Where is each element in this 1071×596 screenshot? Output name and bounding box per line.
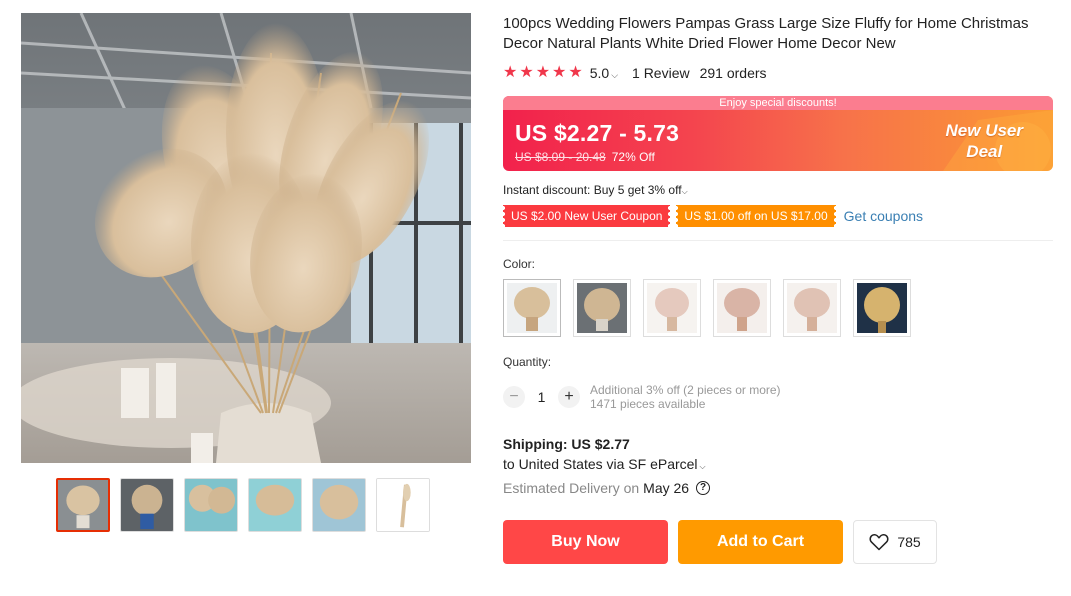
star-icon: ★ [568,64,583,81]
original-price: US $8.09 - 20.48 [515,150,606,164]
swatch-image [857,283,907,333]
star-icon: ★ [552,64,567,81]
star-icon: ★ [519,64,534,81]
new-user-line: New User [945,121,1023,140]
swatch-image [577,283,627,333]
price-banner: Enjoy special discounts! US $2.27 - 5.73… [503,96,1053,171]
color-label: Color: [503,257,536,271]
quantity-increase-button[interactable]: + [558,386,580,408]
chevron-down-icon: ⌵ [681,187,688,196]
heart-icon [869,533,889,551]
thumbnail-6[interactable] [376,478,430,532]
get-coupons-link[interactable]: Get coupons [844,208,923,224]
estimated-delivery: Estimated Delivery on May 26 ? [503,480,1053,496]
price-original-row: US $8.09 - 20.48 72% Off [515,150,655,164]
deal-line: Deal [966,142,1003,161]
swatch-image [717,283,767,333]
color-swatch-2[interactable] [573,279,631,337]
chevron-down-icon: ⌵ [611,70,619,80]
thumbnail-1[interactable] [56,478,110,532]
product-info: 100pcs Wedding Flowers Pampas Grass Larg… [500,13,1053,564]
thumbnail-image [313,479,365,531]
instant-discount[interactable]: Instant discount: Buy 5 get 3% off⌵ [503,183,1053,197]
price-range: US $2.27 - 5.73 [515,120,680,146]
chevron-down-icon: ⌵ [699,462,706,471]
new-user-coupon[interactable]: US $2.00 New User Coupon [500,205,673,227]
quantity-info: Additional 3% off (2 pieces or more) 147… [590,383,781,411]
add-to-cart-button[interactable]: Add to Cart [678,520,843,564]
delivery-label: Estimated Delivery on [503,480,640,496]
thumbnail-4[interactable] [248,478,302,532]
divider [503,240,1053,241]
color-swatches [503,279,1053,337]
quantity-label: Quantity: [503,355,552,369]
shipping-destination[interactable]: to United States via SF eParcel ⌵ [503,456,1053,472]
action-buttons: Buy Now Add to Cart 785 [503,520,1053,564]
wishlist-button[interactable]: 785 [853,520,937,564]
main-product-image[interactable] [21,13,471,463]
thumbnail-image [249,479,301,531]
thumbnail-image [121,479,173,531]
star-icon: ★ [535,64,551,81]
thumbnail-2[interactable] [120,478,174,532]
delivery-date: May 26 [643,480,690,496]
swatch-image [507,283,557,333]
quantity-stepper: − 1 + Additional 3% off (2 pieces or mor… [503,383,1053,411]
rating-value[interactable]: 5.0 ⌵ [590,65,618,81]
orders-count: 291 orders [699,65,767,81]
thumbnail-3[interactable] [184,478,238,532]
color-swatch-1[interactable] [503,279,561,337]
store-coupon[interactable]: US $1.00 off on US $17.00 [674,205,838,227]
stock-available-text: 1471 pieces available [590,397,706,411]
pampas-grass-photo [21,13,471,463]
help-icon[interactable]: ? [696,481,711,495]
quantity-decrease-button[interactable]: − [503,386,525,408]
rating-row: ★ ★ ★ ★ ★ 5.0 ⌵ 1 Review 291 orders [503,65,1053,82]
thumbnail-image [185,479,237,531]
discount-percent: 72% Off [611,150,655,164]
shipping-cost: Shipping: US $2.77 [503,436,630,452]
thumbnail-strip [56,478,430,532]
color-swatch-3[interactable] [643,279,701,337]
additional-discount-text: Additional 3% off (2 pieces or more) [590,383,781,397]
thumbnail-image [377,479,429,531]
wishlist-count: 785 [897,534,921,550]
new-user-deal-label: New User Deal [946,120,1023,162]
thumbnail-5[interactable] [312,478,366,532]
star-icon: ★ [503,64,518,81]
coupon-row: US $2.00 New User Coupon US $1.00 off on… [500,205,1053,227]
swatch-image [787,283,837,333]
quantity-input[interactable]: 1 [525,389,558,405]
color-swatch-6[interactable] [853,279,911,337]
product-title: 100pcs Wedding Flowers Pampas Grass Larg… [503,15,1029,52]
thumbnail-image [58,480,108,530]
color-swatch-4[interactable] [713,279,771,337]
swatch-image [647,283,697,333]
color-swatch-5[interactable] [783,279,841,337]
rating-stars: ★ ★ ★ ★ ★ [503,65,583,81]
reviews-link[interactable]: 1 Review [632,65,690,81]
banner-top-text: Enjoy special discounts! [503,96,1053,110]
buy-now-button[interactable]: Buy Now [503,520,668,564]
